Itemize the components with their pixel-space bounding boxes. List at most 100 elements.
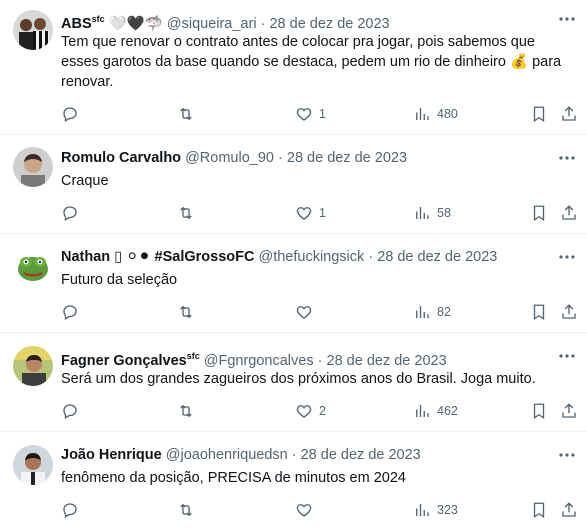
tweet-date[interactable]: 28 de dez de 2023 (327, 353, 447, 369)
separator-dot: · (317, 352, 323, 369)
avatar[interactable] (13, 445, 53, 485)
tweet-text-line: Craque (61, 173, 109, 189)
more-horizontal-icon[interactable] (557, 346, 577, 366)
tweet-text-line: fenômeno da posição, PRECISA de minutos … (61, 470, 406, 486)
user-handle[interactable]: @siqueira_ari (167, 16, 257, 32)
reply-icon (63, 305, 77, 320)
retweet-button[interactable] (177, 499, 195, 521)
share-button[interactable] (560, 499, 578, 521)
bookmark-button[interactable] (530, 400, 548, 422)
display-name[interactable]: João Henrique (61, 447, 162, 463)
separator-dot: · (291, 447, 297, 463)
display-name[interactable]: Nathan (61, 249, 110, 265)
reply-button[interactable] (61, 400, 79, 422)
reply-tweet[interactable]: Fagner Gonçalvessfc @Fgnrgoncalves · 28 … (0, 333, 587, 432)
more-horizontal-icon[interactable] (557, 148, 577, 168)
user-handle[interactable]: @Romulo_90 (185, 150, 274, 166)
reply-tweet[interactable]: Romulo Carvalho @Romulo_90 · 28 de dez d… (0, 135, 587, 234)
share-button[interactable] (560, 103, 578, 125)
views-button[interactable]: 323 (413, 499, 458, 521)
reply-button[interactable] (61, 301, 79, 323)
share-icon (562, 205, 576, 220)
reply-button[interactable] (61, 499, 79, 521)
heart-icon (296, 108, 312, 121)
views-chart-icon (416, 405, 429, 417)
retweet-icon (180, 503, 192, 517)
tweet-date[interactable]: 28 de dez de 2023 (269, 16, 389, 32)
bookmark-button[interactable] (530, 499, 548, 521)
tweet-text-line: Tem que renovar o contrato antes de colo… (61, 34, 535, 50)
views-button[interactable]: 82 (413, 301, 451, 323)
share-button[interactable] (560, 301, 578, 323)
reply-icon (63, 503, 77, 518)
share-button[interactable] (560, 202, 578, 224)
tweet-text: Tem que renovar o contrato antes de colo… (61, 32, 573, 92)
like-button[interactable]: 1 (295, 103, 326, 125)
name-extras: ▯ ⚪⚫ #SalGrossoFC (114, 249, 255, 265)
tweet-text-line: Futuro da seleção (61, 272, 178, 288)
avatar[interactable] (13, 10, 53, 50)
heart-icon (296, 207, 312, 220)
tweet-date[interactable]: 28 de dez de 2023 (377, 249, 497, 265)
more-horizontal-icon[interactable] (557, 9, 577, 29)
separator-dot: · (278, 150, 283, 166)
more-horizontal-icon[interactable] (557, 445, 577, 465)
share-icon (562, 106, 576, 121)
bookmark-button[interactable] (530, 202, 548, 224)
bookmark-button[interactable] (530, 301, 548, 323)
reply-button[interactable] (61, 103, 79, 125)
like-count: 2 (319, 404, 326, 418)
reply-button[interactable] (61, 202, 79, 224)
like-button[interactable]: 1 (295, 202, 326, 224)
display-name[interactable]: ABS (61, 16, 92, 32)
reply-tweet[interactable]: ABSsfc 🤍🖤🦈 @siqueira_ari · 28 de dez de … (0, 0, 587, 135)
share-icon (562, 403, 576, 418)
share-button[interactable] (560, 400, 578, 422)
retweet-button[interactable] (177, 202, 195, 224)
like-button[interactable] (295, 301, 319, 323)
avatar[interactable] (13, 346, 53, 386)
like-count: 1 (319, 206, 326, 220)
reply-tweet[interactable]: João Henrique @joaohenriquedsn · 28 de d… (0, 432, 587, 530)
like-button[interactable] (295, 499, 319, 521)
tweet-date[interactable]: 28 de dez de 2023 (301, 447, 421, 463)
tweet-text: Craque (61, 171, 573, 191)
views-chart-icon (416, 504, 429, 516)
bookmark-icon (533, 403, 545, 420)
avatar[interactable] (13, 147, 53, 187)
display-name[interactable]: Romulo Carvalho (61, 150, 181, 166)
like-count: 1 (319, 107, 326, 121)
more-horizontal-icon[interactable] (557, 247, 577, 267)
views-count: 462 (437, 404, 458, 418)
heart-icon (296, 306, 312, 319)
views-button[interactable]: 462 (413, 400, 458, 422)
tweet-actions: 2 462 (61, 400, 577, 422)
user-handle[interactable]: @joaohenriquedsn (166, 447, 288, 463)
reply-feed: ABSsfc 🤍🖤🦈 @siqueira_ari · 28 de dez de … (0, 0, 587, 530)
views-button[interactable]: 480 (413, 103, 458, 125)
tweet-text: Futuro da seleção (61, 270, 573, 290)
retweet-button[interactable] (177, 103, 195, 125)
tweet-date[interactable]: 28 de dez de 2023 (287, 150, 407, 166)
retweet-button[interactable] (177, 301, 195, 323)
tweet-header: João Henrique @joaohenriquedsn · 28 de d… (61, 445, 547, 465)
share-icon (562, 502, 576, 517)
like-button[interactable]: 2 (295, 400, 326, 422)
views-count: 58 (437, 206, 451, 220)
retweet-button[interactable] (177, 400, 195, 422)
views-count: 82 (437, 305, 451, 319)
avatar[interactable] (13, 247, 53, 287)
reply-icon (63, 404, 77, 419)
tweet-actions: 1 58 (61, 202, 577, 224)
share-icon (562, 304, 576, 319)
user-handle[interactable]: @Fgnrgoncalves (204, 353, 314, 369)
bookmark-icon (533, 205, 545, 222)
bookmark-button[interactable] (530, 103, 548, 125)
views-chart-icon (416, 108, 429, 120)
reply-tweet[interactable]: Nathan ▯ ⚪⚫ #SalGrossoFC @thefuckingsick… (0, 234, 587, 333)
user-handle[interactable]: @thefuckingsick (258, 249, 364, 265)
views-button[interactable]: 58 (413, 202, 451, 224)
bookmark-icon (533, 502, 545, 519)
display-name[interactable]: Fagner Gonçalves (61, 353, 187, 369)
reply-icon (63, 107, 77, 122)
